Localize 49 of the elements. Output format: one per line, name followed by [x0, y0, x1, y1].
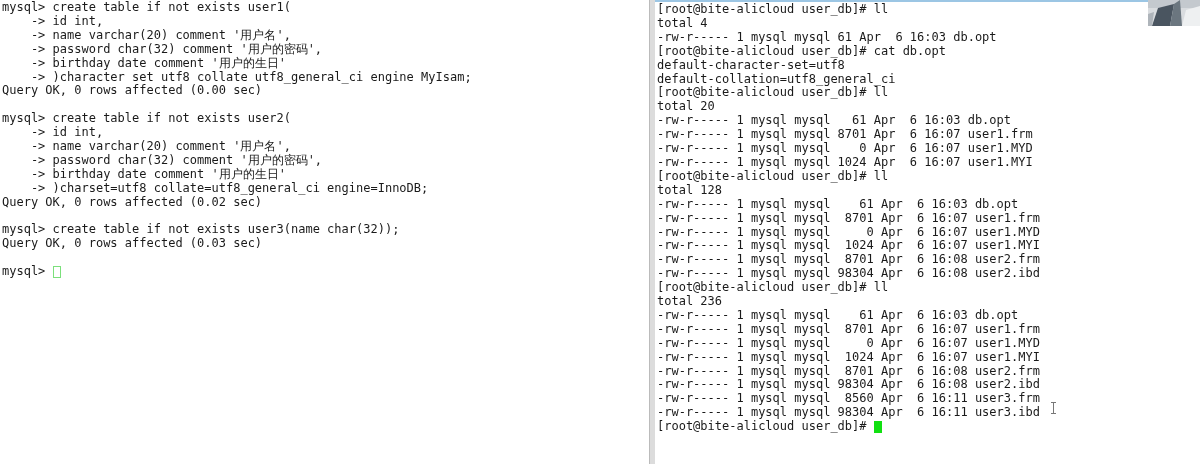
- terminal-line: total 20: [657, 100, 715, 115]
- terminal-line: -> )character set utf8 collate utf8_general_ci engine MyIsam;: [29, 70, 472, 85]
- terminal-line: -rw-r----- 1 mysql mysql 0 Apr 6 16:07 user1.MYD: [657, 142, 1033, 156]
- terminal-line: -rw-r----- 1 mysql mysql 98304 Apr 6 16:11 user3.ibd: [657, 406, 1040, 420]
- terminal-line: -rw-r----- 1 mysql mysql 8701 Apr 6 16:08 user2.frm: [657, 253, 1040, 267]
- terminal-line: Query OK, 0 rows affected (0.03 sec): [2, 237, 263, 252]
- terminal-line: total 4: [657, 16, 708, 31]
- terminal-line: -rw-r----- 1 mysql mysql 98304 Apr 6 16:08 user2.ibd: [657, 378, 1040, 392]
- terminal-line: [root@bite-alicloud user_db]# cat db.opt: [657, 44, 946, 59]
- terminal-line: -rw-r----- 1 mysql mysql 8701 Apr 6 16:07 user1.frm: [657, 322, 1040, 337]
- terminal-line: -rw-r----- 1 mysql mysql 8701 Apr 6 16:07 user1.frm: [657, 211, 1040, 226]
- terminal-line: -> id int,: [30, 14, 104, 29]
- terminal-line: -rw-r----- 1 mysql mysql 8701 Apr 6 16:08 user2.frm: [657, 364, 1040, 379]
- terminal-line: -rw-r----- 1 mysql mysql 0 Apr 6 16:07 user1.MYD: [657, 336, 1040, 351]
- terminal-line: [root@bite-alicloud user_db]# ll: [657, 3, 889, 17]
- terminal-line: Query OK, 0 rows affected (0.00 sec): [2, 84, 263, 99]
- terminal-line: -> password char(32) comment '用户的密码',: [29, 42, 323, 57]
- terminal-line: -rw-r----- 1 mysql mysql 1024 Apr 6 16:07 user1.MYI: [657, 239, 1040, 253]
- terminal-line: [root@bite-alicloud user_db]# ll: [657, 169, 889, 184]
- terminal-line: -rw-r----- 1 mysql mysql 61 Apr 6 16:03 db.opt: [657, 308, 1019, 323]
- terminal-line: mysql> create table if not exists user2(: [2, 112, 291, 126]
- terminal-line: -> name varchar(20) comment '用户名',: [29, 140, 291, 154]
- terminal-line: -rw-r----- 1 mysql mysql 1024 Apr 6 16:07 user1.MYI: [657, 350, 1040, 365]
- terminal-line: -> birthday date comment '用户的生日': [29, 56, 286, 71]
- terminal-line: -> id int,: [29, 126, 104, 140]
- terminal-line: -> )charset=utf8 collate=utf8_general_ci engine=InnoDB;: [29, 181, 429, 196]
- terminal-line: -rw-r----- 1 mysql mysql 0 Apr 6 16:07 user1.MYD: [657, 225, 1040, 239]
- command-prompt: mysql>: [2, 265, 47, 280]
- terminal-line: total 236: [657, 295, 723, 309]
- terminal-line: -rw-r----- 1 mysql mysql 98304 Apr 6 16:08 user2.ibd: [657, 267, 1040, 281]
- command-prompt: [root@bite-alicloud user_db]#: [657, 420, 868, 435]
- terminal-line: -rw-r----- 1 mysql mysql 1024 Apr 6 16:07 user1.MYI: [657, 155, 1033, 170]
- terminal-line: mysql> create table if not exists user3(name char(32));: [2, 223, 400, 237]
- terminal-line: -rw-r----- 1 mysql mysql 8560 Apr 6 16:11 user3.frm: [657, 392, 1040, 406]
- terminal-line: [root@bite-alicloud user_db]# ll: [657, 281, 889, 295]
- terminal-line: mysql> create table if not exists user1(: [2, 1, 291, 15]
- terminal-line: Query OK, 0 rows affected (0.02 sec): [2, 195, 263, 210]
- terminal-line: total 128: [657, 183, 723, 198]
- text-cursor-icon: [1050, 402, 1057, 414]
- terminal-line: default-collation=utf8_general_ci: [657, 72, 896, 87]
- terminal-line: [root@bite-alicloud user_db]# ll: [657, 86, 889, 100]
- terminal-line: -rw-r----- 1 mysql mysql 61 Apr 6 16:03 db.opt: [657, 30, 997, 45]
- terminal-line: -rw-r----- 1 mysql mysql 61 Apr 6 16:03 db.opt: [657, 114, 1011, 128]
- terminal-line: -> name varchar(20) comment '用户名',: [29, 28, 291, 43]
- terminal-line: default-character-set=utf8: [657, 58, 845, 73]
- terminal-line: -rw-r----- 1 mysql mysql 61 Apr 6 16:03 db.opt: [657, 197, 1019, 212]
- terminal-line: -> password char(32) comment '用户的密码',: [29, 153, 323, 168]
- terminal-line: -> birthday date comment '用户的生日': [29, 167, 286, 182]
- terminal-line: -rw-r----- 1 mysql mysql 8701 Apr 6 16:07 user1.frm: [657, 128, 1033, 142]
